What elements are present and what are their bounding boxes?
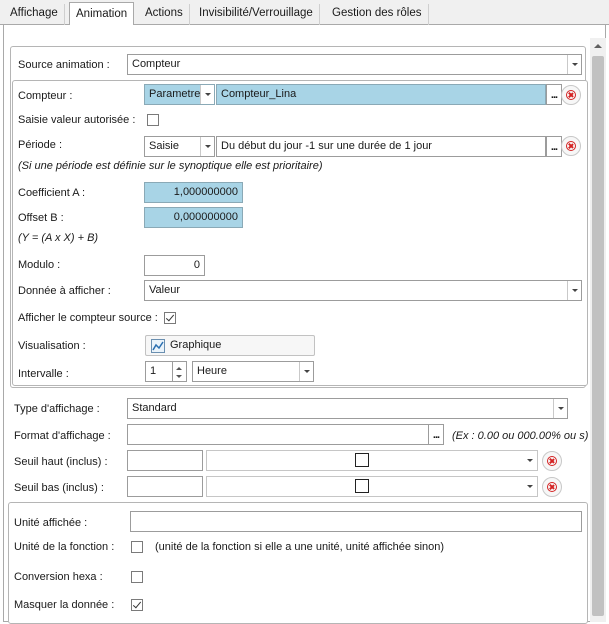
compteur-clear-button[interactable] (561, 85, 581, 105)
tab-invisibilite[interactable]: Invisibilité/Verrouillage (193, 4, 320, 25)
scrollbar-thumb[interactable] (592, 56, 604, 616)
saisie-valeur-checkbox[interactable] (147, 114, 159, 126)
tab-bar: Affichage Animation Actions Invisibilité… (0, 0, 609, 26)
color-swatch (355, 453, 369, 467)
seuil-bas-color-select[interactable] (206, 476, 538, 497)
intervalle-label: Intervalle : (18, 368, 69, 380)
periode-note: (Si une période est définie sur le synop… (18, 160, 323, 172)
close-icon (566, 141, 576, 151)
tab-gestion-roles[interactable]: Gestion des rôles (326, 4, 429, 25)
periode-type-value: Saisie (149, 140, 179, 152)
visualisation-label: Visualisation : (18, 340, 86, 352)
intervalle-unit-value: Heure (197, 365, 227, 377)
chevron-down-icon (553, 399, 567, 418)
seuil-haut-clear-button[interactable] (542, 451, 562, 471)
periode-browse-button[interactable]: ... (546, 136, 562, 157)
tab-actions[interactable]: Actions (139, 4, 190, 25)
periode-clear-button[interactable] (561, 136, 581, 156)
close-icon (547, 456, 557, 466)
type-affichage-select[interactable]: Standard (127, 398, 568, 419)
seuil-bas-clear-button[interactable] (542, 477, 562, 497)
seuil-bas-label: Seuil bas (inclus) : (14, 482, 104, 494)
intervalle-unit-select[interactable]: Heure (192, 361, 314, 382)
chevron-down-icon (567, 281, 581, 300)
afficher-compteur-checkbox[interactable] (164, 312, 176, 324)
color-swatch (355, 479, 369, 493)
offset-b-field[interactable]: 0,000000000 (144, 207, 243, 228)
chevron-down-icon (200, 85, 214, 104)
chevron-down-icon (299, 362, 313, 381)
masquer-donnee-label: Masquer la donnée : (14, 599, 115, 611)
tab-affichage[interactable]: Affichage (4, 4, 65, 25)
seuil-bas-field[interactable] (127, 476, 203, 497)
formula-note: (Y = (A x X) + B) (18, 232, 99, 244)
format-browse-button[interactable]: ... (428, 424, 444, 445)
unite-fonction-note: (unité de la fonction si elle a une unit… (155, 541, 445, 553)
donnee-label: Donnée à afficher : (18, 285, 111, 297)
graphique-button-label: Graphique (170, 339, 222, 351)
chevron-down-icon (523, 451, 537, 470)
unite-affichee-label: Unité affichée : (14, 517, 88, 529)
compteur-browse-button[interactable]: ... (546, 84, 562, 105)
close-icon (566, 90, 576, 100)
close-icon (547, 482, 557, 492)
conversion-hexa-checkbox[interactable] (131, 571, 143, 583)
compteur-type-select[interactable]: Parametre (144, 84, 215, 105)
vertical-scrollbar[interactable] (590, 38, 606, 622)
type-affichage-value: Standard (132, 402, 177, 414)
compteur-value-field[interactable]: Compteur_Lina (216, 84, 546, 105)
seuil-haut-field[interactable] (127, 450, 203, 471)
unite-fonction-checkbox[interactable] (131, 541, 143, 553)
conversion-hexa-label: Conversion hexa : (14, 571, 103, 583)
donnee-select[interactable]: Valeur (144, 280, 582, 301)
intervalle-stepper[interactable] (173, 361, 187, 382)
unite-fonction-label: Unité de la fonction : (14, 541, 115, 553)
coef-a-label: Coefficient A : (18, 187, 86, 199)
intervalle-input[interactable]: 1 (145, 361, 173, 382)
afficher-compteur-label: Afficher le compteur source : (18, 312, 158, 324)
type-affichage-label: Type d'affichage : (14, 403, 100, 415)
offset-b-label: Offset B : (18, 212, 64, 224)
scroll-up-icon[interactable] (590, 38, 606, 54)
compteur-type-value: Parametre (149, 88, 201, 100)
seuil-haut-color-select[interactable] (206, 450, 538, 471)
saisie-valeur-label: Saisie valeur autorisée : (18, 114, 136, 126)
seuil-haut-label: Seuil haut (inclus) : (14, 456, 108, 468)
source-animation-value: Compteur (132, 58, 181, 70)
masquer-donnee-checkbox[interactable] (131, 599, 143, 611)
format-affichage-field[interactable] (127, 424, 429, 445)
format-hint: (Ex : 0.00 ou 000.00% ou s) (452, 430, 589, 442)
periode-label: Période : (18, 139, 63, 151)
modulo-field[interactable]: 0 (144, 255, 205, 276)
graphique-button[interactable]: Graphique (145, 335, 315, 356)
tab-animation[interactable]: Animation (69, 2, 135, 26)
source-animation-select[interactable]: Compteur (127, 54, 582, 75)
source-animation-label: Source animation : (18, 59, 110, 71)
donnee-value: Valeur (149, 284, 180, 296)
chevron-up-icon (176, 367, 182, 370)
periode-type-select[interactable]: Saisie (144, 136, 215, 157)
format-affichage-label: Format d'affichage : (14, 430, 111, 442)
unite-affichee-field[interactable] (130, 511, 582, 532)
coef-a-field[interactable]: 1,000000000 (144, 182, 243, 203)
chevron-down-icon (523, 477, 537, 496)
chevron-down-icon (200, 137, 214, 156)
modulo-label: Modulo : (18, 259, 61, 271)
chevron-down-icon (567, 55, 581, 74)
periode-value-field[interactable]: Du début du jour -1 sur une durée de 1 j… (216, 136, 546, 157)
compteur-label: Compteur : (18, 90, 73, 102)
chart-icon (151, 339, 165, 353)
chevron-down-icon (176, 375, 182, 378)
